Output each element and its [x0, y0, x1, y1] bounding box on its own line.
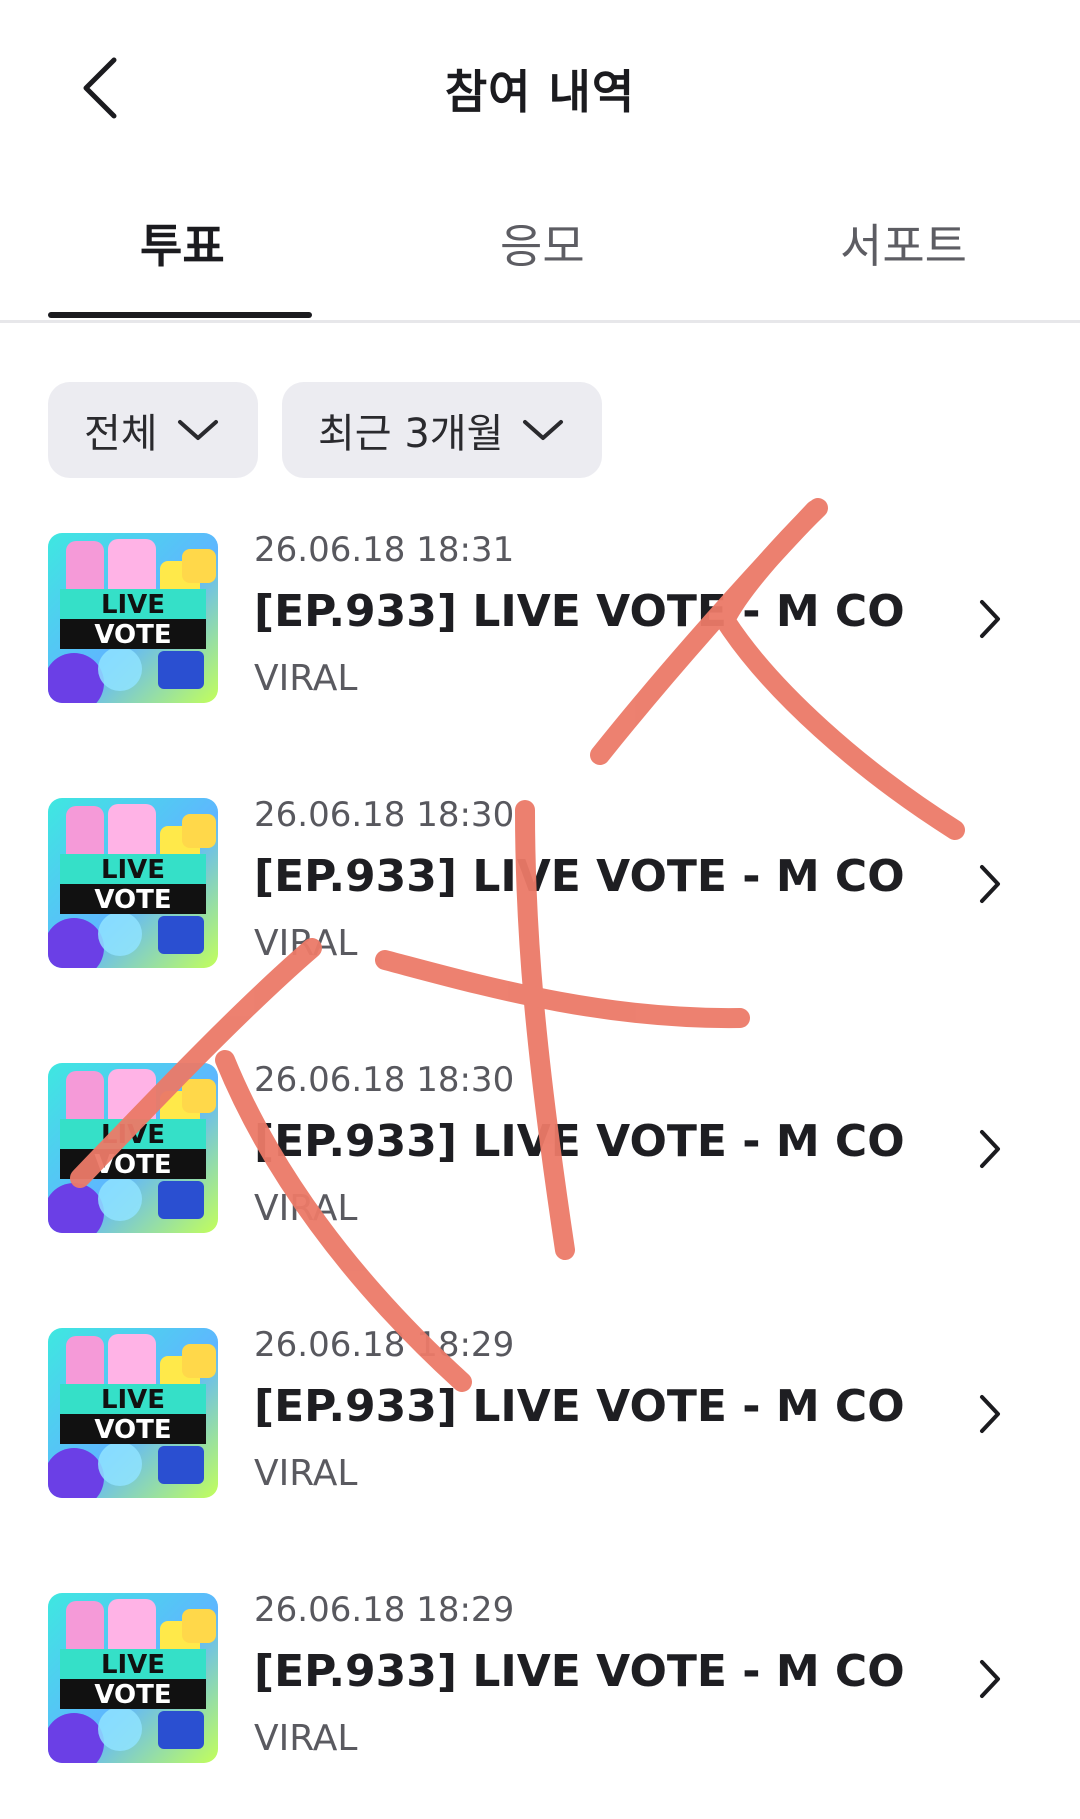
item-title: [EP.933] LIVE VOTE - M CO...: [254, 851, 904, 902]
tab-support[interactable]: 서포트: [840, 210, 967, 276]
thumb-text-vote: VOTE: [94, 1680, 171, 1710]
chevron-down-icon: [177, 420, 218, 440]
item-date: 26.06.18 18:29: [254, 1590, 515, 1630]
thumb-text-live: LIVE: [101, 1120, 165, 1150]
list-item[interactable]: LIVE VOTE 26.06.18 18:29 [EP.933] LIVE V…: [0, 1590, 1080, 1770]
list-item[interactable]: LIVE VOTE 26.06.18 18:30 [EP.933] LIVE V…: [0, 1060, 1080, 1240]
chevron-right-icon: [980, 1660, 1000, 1698]
item-subtitle: VIRAL: [254, 1188, 358, 1229]
period-filter-dropdown[interactable]: 최근 3개월: [282, 382, 602, 478]
tab-bar: 투표 응모 서포트: [0, 200, 1080, 323]
item-date: 26.06.18 18:30: [254, 1060, 515, 1100]
item-date: 26.06.18 18:29: [254, 1325, 515, 1365]
thumb-text-live: LIVE: [101, 1385, 165, 1415]
list-item[interactable]: LIVE VOTE 26.06.18 18:30 [EP.933] LIVE V…: [0, 795, 1080, 975]
thumbnail: LIVE VOTE: [48, 533, 218, 703]
item-subtitle: VIRAL: [254, 1718, 358, 1759]
chevron-right-icon: [980, 1130, 1000, 1168]
type-filter-label: 전체: [84, 411, 158, 457]
active-tab-indicator: [48, 312, 312, 318]
thumb-text-live: LIVE: [101, 855, 165, 885]
item-title: [EP.933] LIVE VOTE - M CO...: [254, 1646, 904, 1697]
chevron-right-icon: [980, 600, 1000, 638]
thumbnail: LIVE VOTE: [48, 798, 218, 968]
tab-vote[interactable]: 투표: [140, 210, 225, 276]
thumb-text-vote: VOTE: [94, 1415, 171, 1445]
thumb-text-vote: VOTE: [94, 1150, 171, 1180]
thumbnail: LIVE VOTE: [48, 1328, 218, 1498]
list-item[interactable]: LIVE VOTE 26.06.18 18:31 [EP.933] LIVE V…: [0, 530, 1080, 710]
tab-apply[interactable]: 응모: [500, 210, 585, 276]
chevron-down-icon: [523, 420, 564, 440]
top-bar: 참여 내역: [0, 0, 1080, 170]
thumbnail: LIVE VOTE: [48, 1063, 218, 1233]
chevron-right-icon: [980, 865, 1000, 903]
item-title: [EP.933] LIVE VOTE - M CO...: [254, 1381, 904, 1432]
period-filter-label: 최근 3개월: [318, 411, 504, 457]
thumb-text-vote: VOTE: [94, 620, 171, 650]
item-subtitle: VIRAL: [254, 658, 358, 699]
thumb-text-live: LIVE: [101, 590, 165, 620]
item-title: [EP.933] LIVE VOTE - M CO...: [254, 1116, 904, 1167]
item-title: [EP.933] LIVE VOTE - M CO...: [254, 586, 904, 637]
thumb-text-vote: VOTE: [94, 885, 171, 915]
item-date: 26.06.18 18:31: [254, 530, 515, 570]
chevron-right-icon: [980, 1395, 1000, 1433]
type-filter-dropdown[interactable]: 전체: [48, 382, 258, 478]
item-subtitle: VIRAL: [254, 1453, 358, 1494]
list-item[interactable]: LIVE VOTE 26.06.18 18:29 [EP.933] LIVE V…: [0, 1325, 1080, 1505]
item-date: 26.06.18 18:30: [254, 795, 515, 835]
item-subtitle: VIRAL: [254, 923, 358, 964]
page-title: 참여 내역: [444, 65, 636, 119]
thumb-text-live: LIVE: [101, 1650, 165, 1680]
thumbnail: LIVE VOTE: [48, 1593, 218, 1763]
